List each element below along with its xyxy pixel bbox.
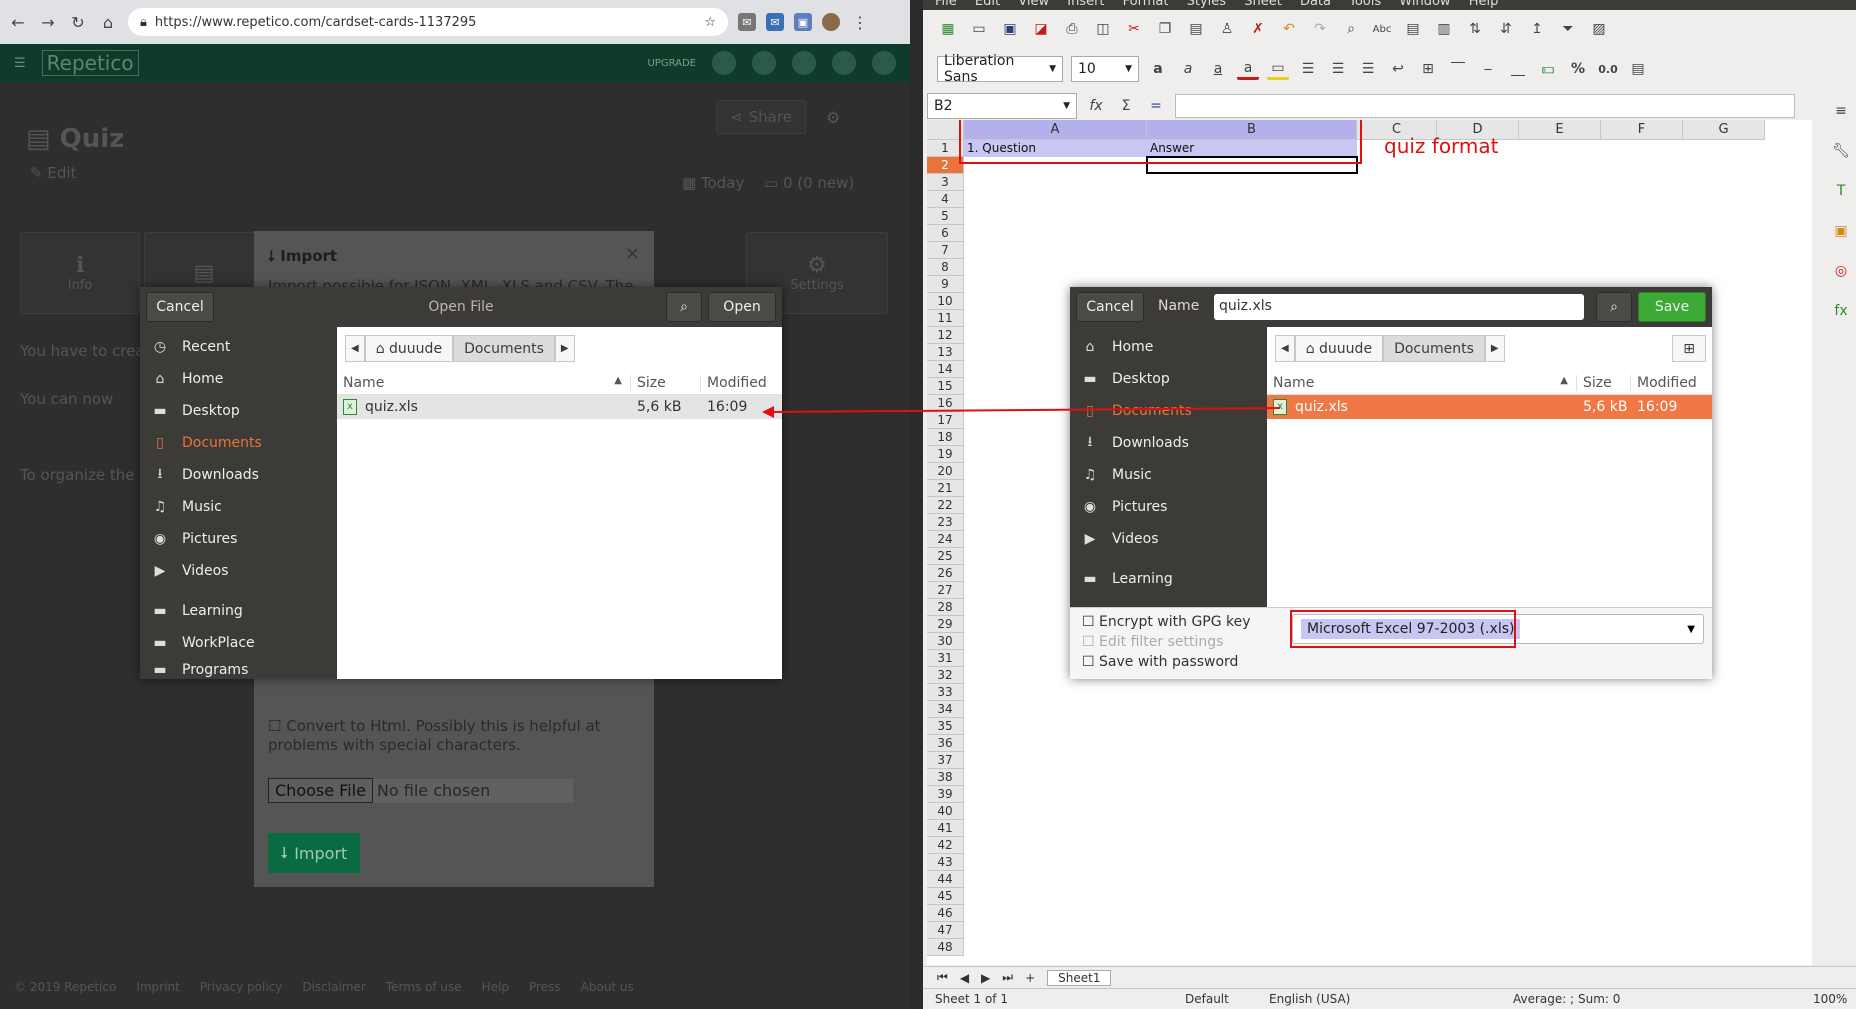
annotation-arrow xyxy=(762,406,1281,418)
